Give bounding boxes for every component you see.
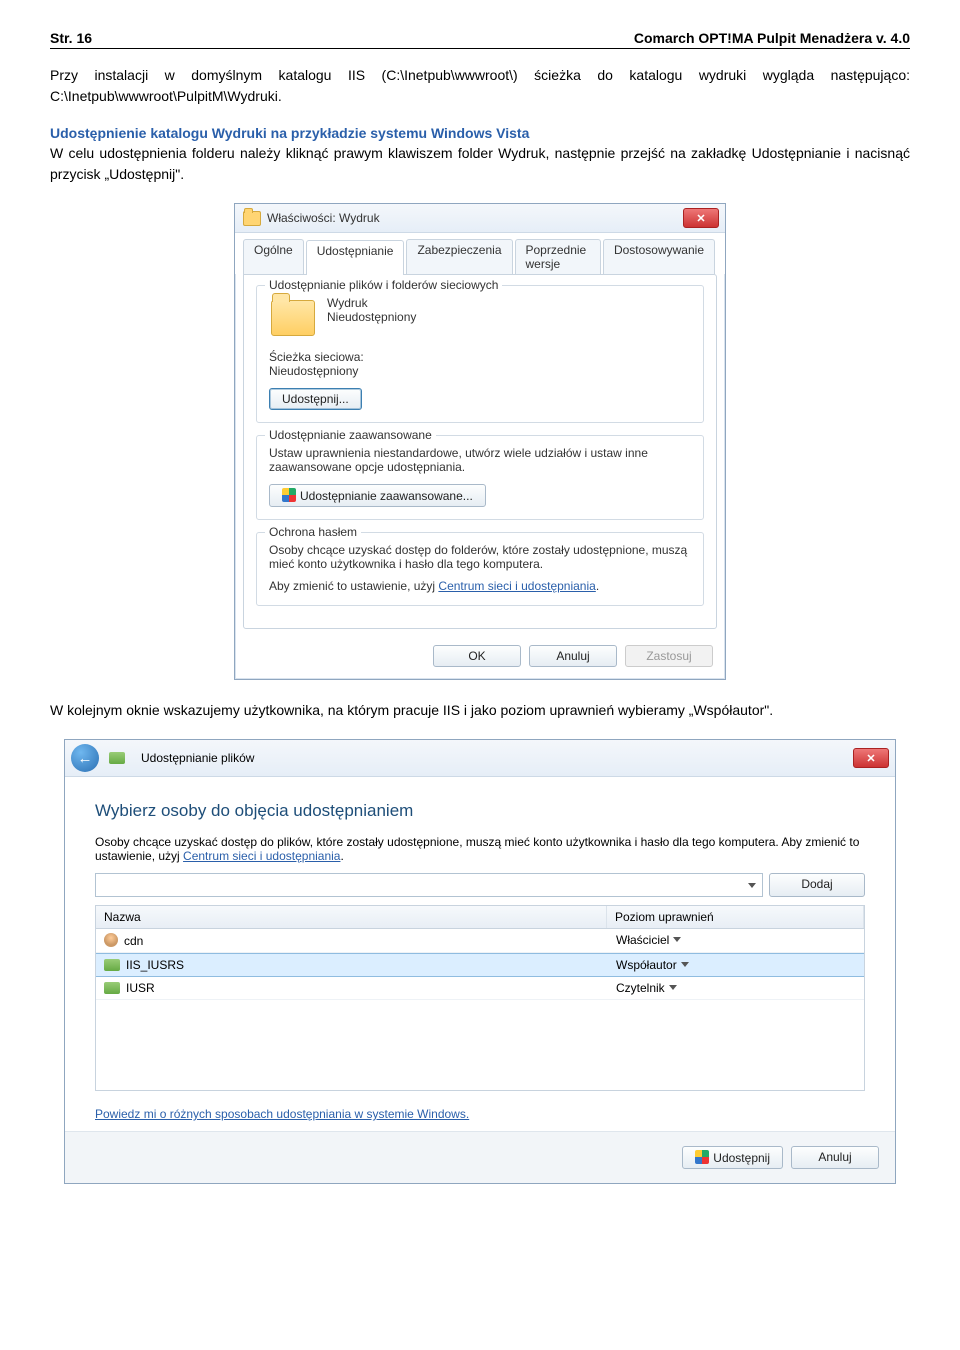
dialog2-heading: Wybierz osoby do objęcia udostępnianiem xyxy=(95,801,865,821)
close-icon: ✕ xyxy=(696,212,705,225)
tab-general[interactable]: Ogólne xyxy=(243,239,304,274)
shield-icon xyxy=(282,488,296,502)
share-app-icon xyxy=(109,752,125,764)
col-perm[interactable]: Poziom uprawnień xyxy=(607,906,864,928)
pw-text-a: Aby zmienić to ustawienie, użyj xyxy=(269,579,438,593)
help-link[interactable]: Powiedz mi o różnych sposobach udostępni… xyxy=(95,1107,469,1121)
network-center-link-2[interactable]: Centrum sieci i udostępniania xyxy=(183,849,340,863)
grid-row[interactable]: IIS_IUSRS Współautor xyxy=(96,953,864,977)
advanced-share-label: Udostępnianie zaawansowane... xyxy=(300,489,473,503)
dialog2-body: Wybierz osoby do objęcia udostępnianiem … xyxy=(65,777,895,1131)
grid-row[interactable]: IUSR Czytelnik xyxy=(96,977,864,1000)
share-confirm-button[interactable]: Udostępnij xyxy=(682,1146,783,1169)
section-heading: Udostępnienie katalogu Wydruki na przykł… xyxy=(50,125,910,141)
pw-text-b: . xyxy=(596,579,599,593)
apply-button[interactable]: Zastosuj xyxy=(625,645,713,667)
page-header: Str. 16 Comarch OPT!MA Pulpit Menadżera … xyxy=(50,30,910,46)
dialog-button-row: OK Anuluj Zastosuj xyxy=(235,637,725,679)
user-combo[interactable] xyxy=(95,873,763,897)
d2-desc-b: . xyxy=(340,849,343,863)
dialog2-desc: Osoby chcące uzyskać dostęp do plików, k… xyxy=(95,835,865,863)
chevron-down-icon[interactable] xyxy=(681,962,689,967)
close-button[interactable]: ✕ xyxy=(683,208,719,228)
share-name: Wydruk xyxy=(327,296,416,310)
tab-sharing[interactable]: Udostępnianie xyxy=(306,240,405,275)
row-perm: Właściciel xyxy=(616,933,669,947)
group-legend-2: Udostępnianie zaawansowane xyxy=(265,428,436,442)
network-center-link[interactable]: Centrum sieci i udostępniania xyxy=(438,579,595,593)
tab-strip: Ogólne Udostępnianie Zabezpieczenia Popr… xyxy=(235,233,725,274)
network-path-label: Ścieżka sieciowa: xyxy=(269,350,691,364)
advanced-text: Ustaw uprawnienia niestandardowe, utwórz… xyxy=(269,446,691,474)
user-combo-row: Dodaj xyxy=(95,873,865,897)
dialog2-titlebar: ← Udostępnianie plików ✕ xyxy=(65,740,895,777)
tab-customize[interactable]: Dostosowywanie xyxy=(603,239,715,274)
group-legend-3: Ochrona hasłem xyxy=(265,525,361,539)
row-perm: Współautor xyxy=(616,958,677,972)
password-text-1: Osoby chcące uzyskać dostęp do folderów,… xyxy=(269,543,691,571)
cancel-button-2[interactable]: Anuluj xyxy=(791,1146,879,1169)
grid-row[interactable]: cdn Właściciel xyxy=(96,929,864,953)
network-path-value: Nieudostępniony xyxy=(269,364,691,378)
share-button[interactable]: Udostępnij... xyxy=(269,388,362,410)
advanced-share-button[interactable]: Udostępnianie zaawansowane... xyxy=(269,484,486,507)
row-name: IUSR xyxy=(126,981,155,995)
intro-text: Przy instalacji w domyślnym katalogu IIS… xyxy=(50,65,910,107)
properties-dialog: Właściwości: Wydruk ✕ Ogólne Udostępnian… xyxy=(234,203,726,680)
mid-paragraph: W kolejnym oknie wskazujemy użytkownika,… xyxy=(50,700,910,721)
doc-title: Comarch OPT!MA Pulpit Menadżera v. 4.0 xyxy=(634,30,910,46)
grid-header: Nazwa Poziom uprawnień xyxy=(96,906,864,929)
row-name: cdn xyxy=(124,934,143,948)
dialog-titlebar: Właściwości: Wydruk ✕ xyxy=(235,204,725,233)
password-text-2: Aby zmienić to ustawienie, użyj Centrum … xyxy=(269,579,691,593)
add-button[interactable]: Dodaj xyxy=(769,873,865,897)
ok-button[interactable]: OK xyxy=(433,645,521,667)
header-rule xyxy=(50,48,910,49)
back-button[interactable]: ← xyxy=(71,744,99,772)
group-legend: Udostępnianie plików i folderów sieciowy… xyxy=(265,278,502,292)
file-sharing-dialog: ← Udostępnianie plików ✕ Wybierz osoby d… xyxy=(64,739,896,1184)
folder-icon xyxy=(243,211,261,226)
group-network-sharing: Udostępnianie plików i folderów sieciowy… xyxy=(256,285,704,423)
chevron-down-icon[interactable] xyxy=(669,985,677,990)
tab-panel: Udostępnianie plików i folderów sieciowy… xyxy=(243,274,717,629)
section-body: W celu udostępnienia folderu należy klik… xyxy=(50,143,910,185)
folder-large-icon xyxy=(271,300,315,336)
close-icon-2: ✕ xyxy=(866,752,875,765)
close-button-2[interactable]: ✕ xyxy=(853,748,889,768)
dialog-title: Właściwości: Wydruk xyxy=(267,211,380,225)
user-icon xyxy=(104,933,118,947)
chevron-down-icon[interactable] xyxy=(673,937,681,942)
group-icon xyxy=(104,982,120,994)
tab-previous[interactable]: Poprzednie wersje xyxy=(515,239,601,274)
col-name[interactable]: Nazwa xyxy=(96,906,607,928)
row-name: IIS_IUSRS xyxy=(126,958,184,972)
cancel-button[interactable]: Anuluj xyxy=(529,645,617,667)
dialog2-footer: Udostępnij Anuluj xyxy=(65,1131,895,1183)
shield-icon xyxy=(695,1150,709,1164)
share-confirm-label: Udostępnij xyxy=(713,1151,770,1165)
arrow-left-icon: ← xyxy=(78,750,93,767)
tab-security[interactable]: Zabezpieczenia xyxy=(406,239,512,274)
group-icon xyxy=(104,959,120,971)
page-number: Str. 16 xyxy=(50,30,92,46)
group-password: Ochrona hasłem Osoby chcące uzyskać dost… xyxy=(256,532,704,606)
dialog2-title: Udostępnianie plików xyxy=(141,751,254,765)
row-perm: Czytelnik xyxy=(616,981,665,995)
group-advanced-sharing: Udostępnianie zaawansowane Ustaw uprawni… xyxy=(256,435,704,520)
share-status: Nieudostępniony xyxy=(327,310,416,324)
permissions-grid: Nazwa Poziom uprawnień cdn Właściciel II… xyxy=(95,905,865,1091)
chevron-down-icon xyxy=(748,883,756,888)
grid-empty-space xyxy=(96,1000,864,1090)
